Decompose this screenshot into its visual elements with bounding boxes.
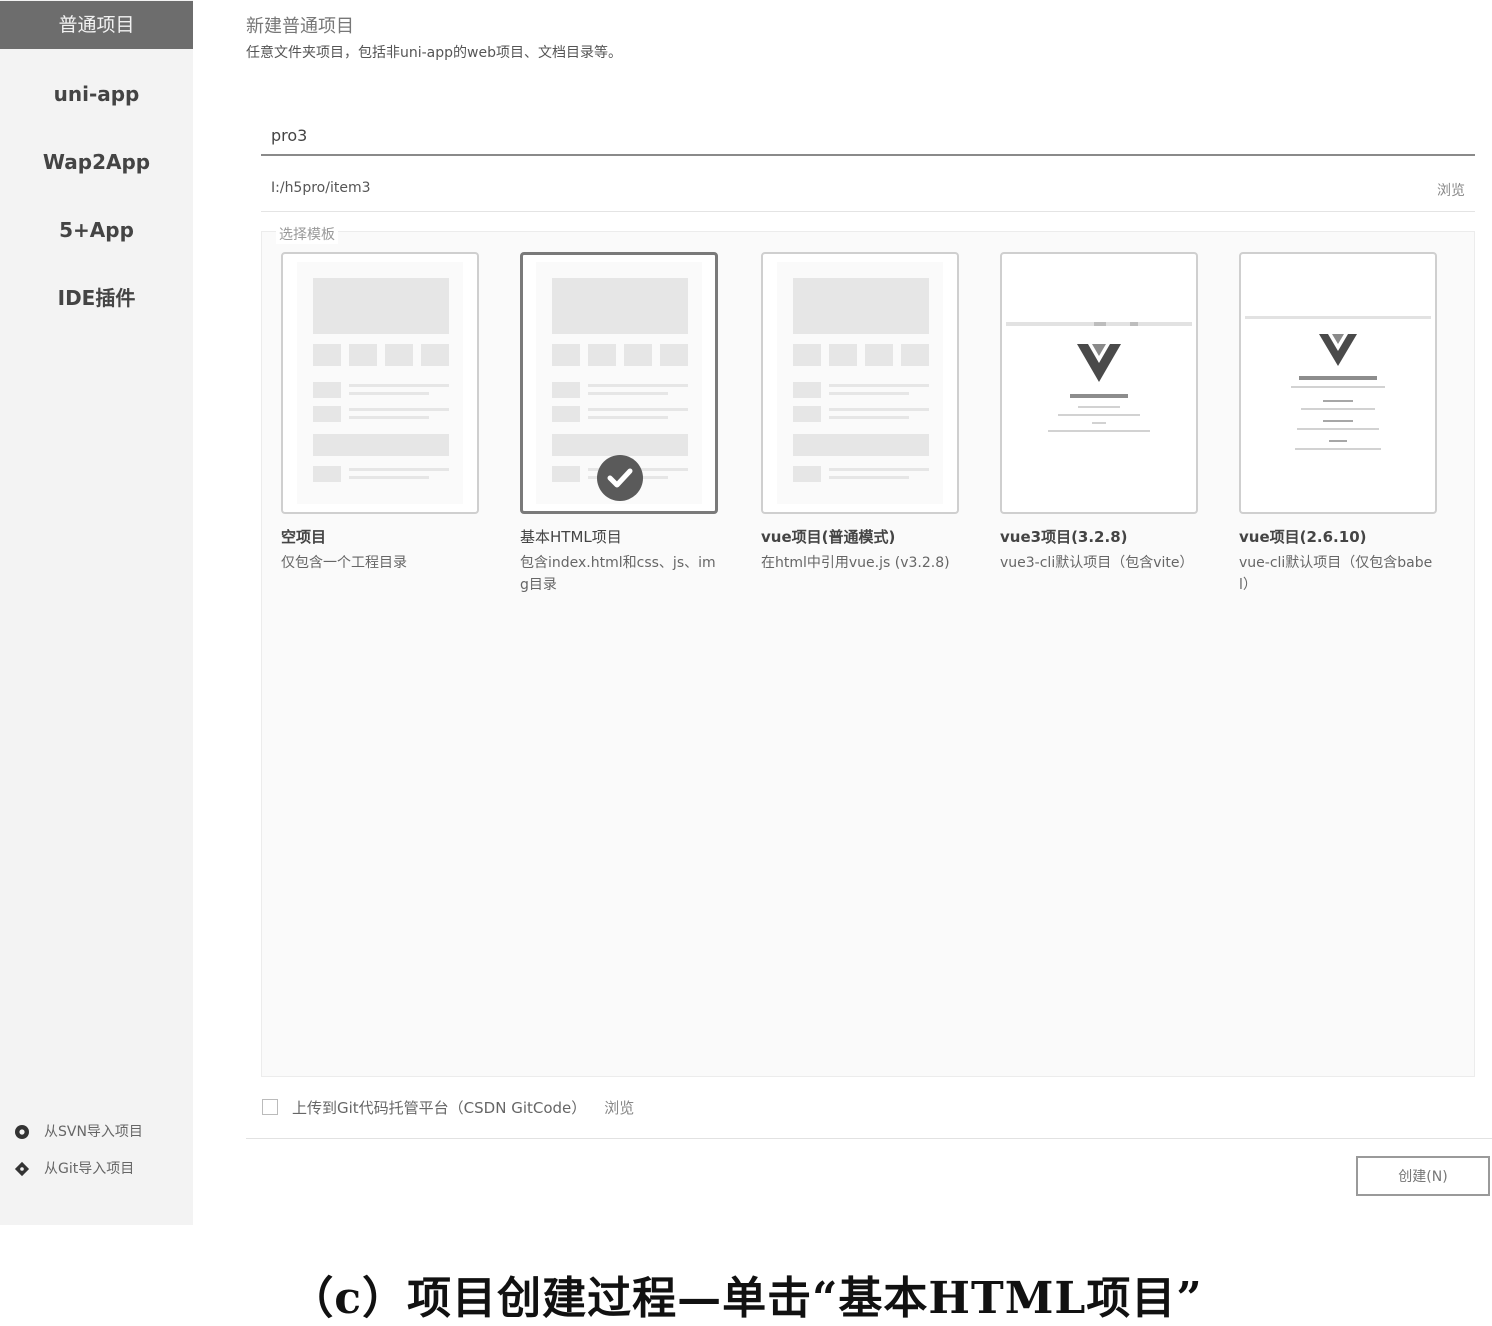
- project-name-input[interactable]: [261, 116, 1475, 156]
- vue-logo-icon: [1077, 344, 1121, 382]
- dialog-description: 任意文件夹项目，包括非uni-app的web项目、文档目录等。: [246, 45, 622, 61]
- sidebar: 普通项目 uni-app Wap2App 5+App IDE插件 从SVN导入项…: [0, 0, 193, 1225]
- template-card-vue2[interactable]: vue项目(2.6.10) vue-cli默认项目（仅包含babel）: [1239, 252, 1437, 596]
- create-button[interactable]: 创建(N): [1356, 1156, 1490, 1196]
- git-icon: [14, 1161, 30, 1177]
- import-from-git-link[interactable]: 从Git导入项目: [14, 1157, 134, 1181]
- template-description: 包含index.html和css、js、img目录: [520, 555, 716, 593]
- sidebar-item-uni-app[interactable]: uni-app: [0, 70, 193, 118]
- template-description: vue-cli默认项目（仅包含babel）: [1239, 555, 1433, 593]
- import-svn-label: 从SVN导入项目: [44, 1124, 143, 1140]
- upload-to-git-checkbox[interactable]: [262, 1099, 278, 1115]
- template-thumbnail: [1000, 252, 1198, 514]
- project-path-row: I:/h5pro/item3 浏览: [261, 172, 1475, 212]
- browse-path-button[interactable]: 浏览: [1437, 180, 1465, 200]
- template-thumbnail: [281, 252, 479, 514]
- template-name: vue项目(2.6.10): [1239, 528, 1367, 546]
- import-from-svn-link[interactable]: 从SVN导入项目: [14, 1120, 143, 1144]
- template-name: vue3项目(3.2.8): [1000, 528, 1128, 546]
- dialog-title: 新建普通项目: [246, 16, 354, 37]
- vue-logo-icon: [1319, 334, 1357, 366]
- template-description: vue3-cli默认项目（包含vite）: [1000, 555, 1194, 571]
- template-description: 仅包含一个工程目录: [281, 555, 407, 571]
- svn-icon: [14, 1124, 30, 1140]
- new-project-dialog: 普通项目 uni-app Wap2App 5+App IDE插件 从SVN导入项…: [0, 0, 1492, 1225]
- sidebar-item-normal-project[interactable]: 普通项目: [0, 1, 193, 49]
- template-card-vue-normal[interactable]: vue项目(普通模式) 在html中引用vue.js (v3.2.8): [761, 252, 959, 574]
- template-card-vue3[interactable]: vue3项目(3.2.8) vue3-cli默认项目（包含vite）: [1000, 252, 1198, 574]
- template-name: 空项目: [281, 528, 327, 546]
- selected-check-icon: [597, 455, 643, 501]
- template-card-basic-html[interactable]: 基本HTML项目 包含index.html和css、js、img目录: [520, 252, 718, 596]
- template-thumbnail: [1239, 252, 1437, 514]
- template-section-label: 选择模板: [276, 224, 338, 244]
- template-description: 在html中引用vue.js (v3.2.8): [761, 555, 950, 571]
- template-thumbnail: [520, 252, 718, 514]
- upload-to-git-label: 上传到Git代码托管平台（CSDN GitCode）: [292, 1098, 587, 1117]
- project-path-value[interactable]: I:/h5pro/item3: [271, 180, 371, 196]
- template-card-blank[interactable]: 空项目 仅包含一个工程目录: [281, 252, 479, 574]
- footer-divider: [246, 1138, 1492, 1139]
- template-name: vue项目(普通模式): [761, 528, 896, 546]
- sidebar-item-wap2app[interactable]: Wap2App: [0, 138, 193, 186]
- sidebar-item-ide-plugin[interactable]: IDE插件: [0, 274, 193, 322]
- template-thumbnail: [761, 252, 959, 514]
- upload-to-git-row: 上传到Git代码托管平台（CSDN GitCode） 浏览: [262, 1096, 634, 1118]
- upload-browse-link[interactable]: 浏览: [604, 1097, 634, 1118]
- sidebar-item-5plus-app[interactable]: 5+App: [0, 206, 193, 254]
- figure-caption: （c）项目创建过程—单击“基本HTML项目”: [289, 1273, 1203, 1324]
- template-name: 基本HTML项目: [520, 528, 622, 546]
- import-git-label: 从Git导入项目: [44, 1161, 135, 1177]
